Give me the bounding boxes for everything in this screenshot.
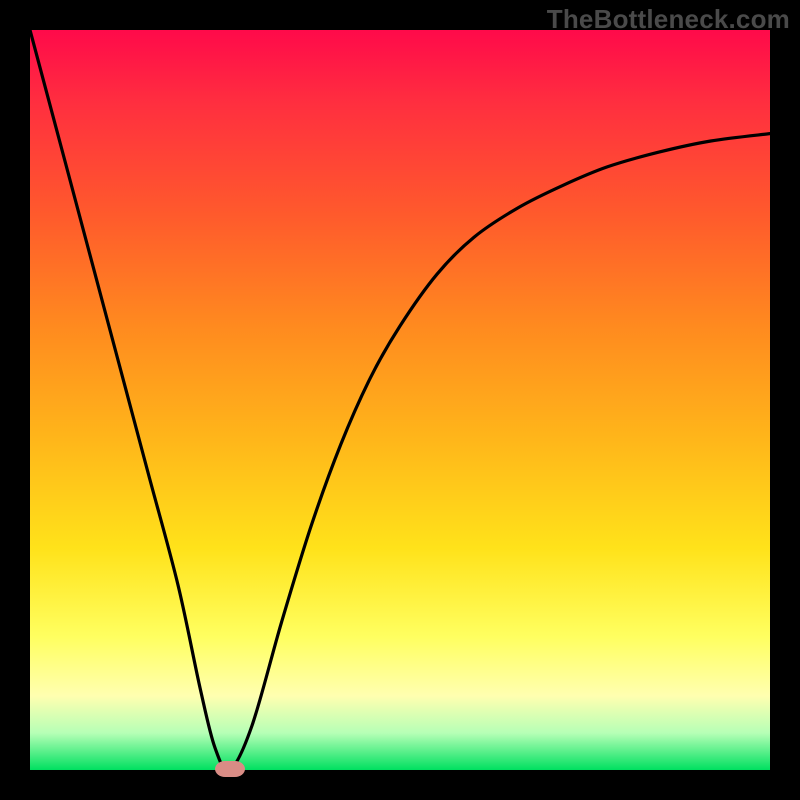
chart-frame: TheBottleneck.com [0,0,800,800]
bottleneck-curve [30,30,770,770]
minimum-marker [215,761,245,777]
plot-area [30,30,770,770]
